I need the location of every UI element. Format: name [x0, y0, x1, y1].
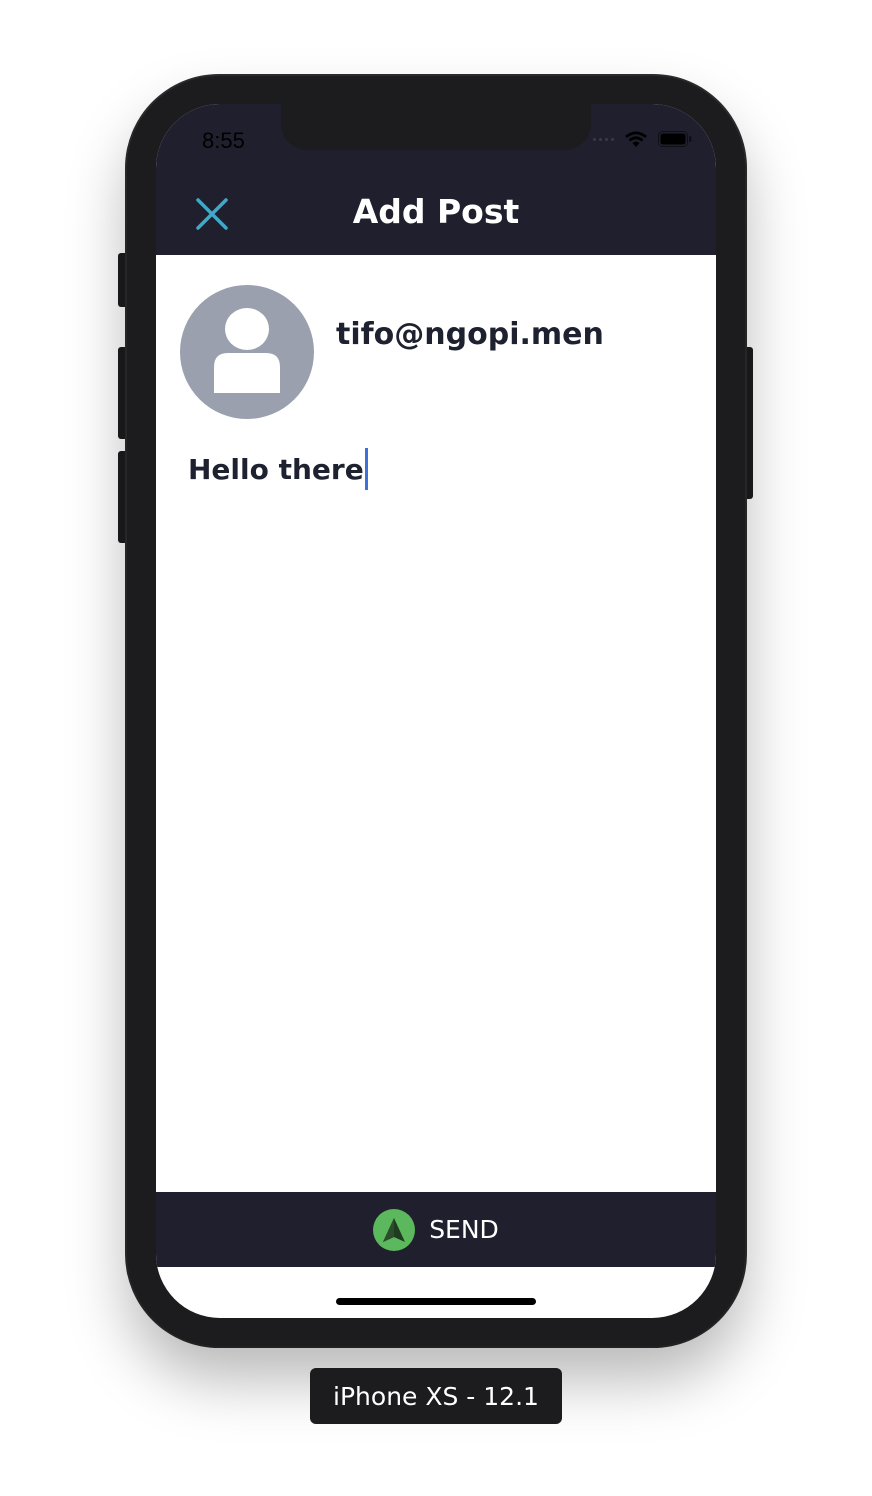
- send-label: SEND: [429, 1215, 499, 1244]
- wifi-icon: [625, 131, 647, 147]
- avatar: [180, 285, 314, 419]
- status-bar: 8:55: [156, 104, 716, 174]
- person-icon: [214, 308, 280, 393]
- post-text-input[interactable]: Hello there: [188, 444, 688, 494]
- page-title: Add Post: [352, 192, 520, 231]
- status-time: 8:55: [202, 128, 245, 153]
- device-label: iPhone XS - 12.1: [310, 1368, 562, 1424]
- nav-bar: Add Post: [156, 174, 716, 255]
- simulator-stage: 8:55 Add Post tifo@ngopi.men Hello there…: [0, 0, 872, 1496]
- signal-icon: [593, 137, 614, 141]
- phone-screen: 8:55 Add Post tifo@ngopi.men Hello there…: [156, 104, 716, 1318]
- post-text-value: Hello there: [188, 452, 364, 486]
- send-arrow-icon: [373, 1208, 416, 1251]
- send-button[interactable]: SEND: [156, 1192, 716, 1267]
- home-indicator[interactable]: [336, 1298, 536, 1305]
- text-cursor: [364, 448, 368, 490]
- notch: [281, 104, 591, 150]
- username-label: tifo@ngopi.men: [336, 317, 604, 352]
- battery-icon: [658, 131, 692, 147]
- status-icons: [593, 130, 692, 148]
